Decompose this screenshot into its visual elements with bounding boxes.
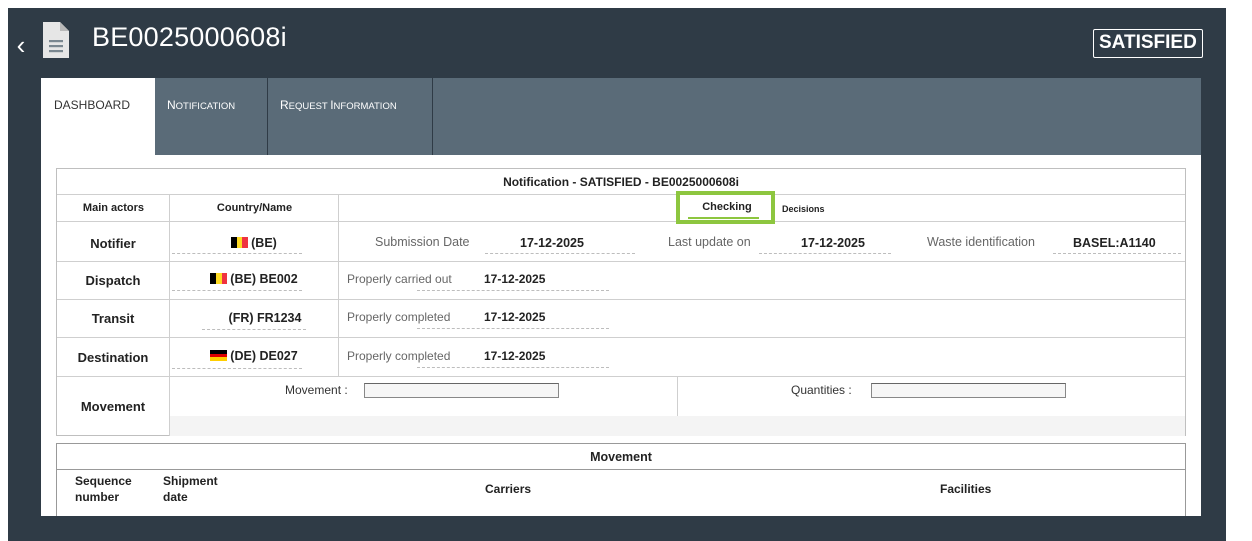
submission-date-value: 17-12-2025 [520, 236, 584, 250]
quantities-input[interactable] [871, 383, 1066, 398]
last-update-label: Last update on [668, 235, 751, 249]
row-dispatch-label: Dispatch [85, 273, 141, 288]
tab-request-initial-1: R [280, 98, 289, 112]
tab-request-rest-2: NFORMATION [333, 101, 397, 112]
app-frame: ‹ BE0025000608i SATISFIED DASHBOARD NOTI… [8, 8, 1226, 541]
col-country-name: Country/Name [216, 202, 293, 214]
col-facilities: Facilities [940, 482, 992, 496]
notifier-country-text: (BE) [251, 236, 277, 250]
destination-country: (DE) DE027 [170, 349, 338, 363]
last-update-value: 17-12-2025 [801, 236, 865, 250]
transit-status-label: Properly completed [347, 310, 451, 324]
tab-request-rest-1: EQUEST [288, 101, 331, 112]
transit-country-text: (FR) FR1234 [228, 311, 302, 325]
transit-country: (FR) FR1234 [170, 311, 338, 325]
quantities-field-label: Quantities : [791, 383, 852, 397]
germany-flag-icon [210, 350, 228, 361]
movement-field-label: Movement : [285, 383, 348, 397]
page-title: BE0025000608i [92, 22, 287, 52]
back-chevron-icon[interactable]: ‹ [10, 30, 32, 60]
tab-notification-initial: N [167, 98, 176, 112]
status-badge: SATISFIED [1093, 29, 1203, 58]
document-icon [43, 22, 69, 58]
col-sequence-number-2: number [75, 490, 120, 504]
col-main-actors: Main actors [82, 202, 145, 214]
tab-decisions[interactable]: Decisions [782, 204, 825, 214]
submission-date-label: Submission Date [375, 235, 470, 249]
row-notifier-label: Notifier [90, 236, 136, 251]
destination-status-label: Properly completed [347, 349, 451, 363]
dispatch-country-text: (BE) BE002 [230, 272, 298, 286]
tab-notification-rest: OTIFICATION [175, 101, 236, 112]
movement-row-footer [170, 416, 1185, 436]
destination-date: 17-12-2025 [484, 349, 546, 363]
waste-identification-label: Waste identification [927, 235, 1035, 249]
transit-date: 17-12-2025 [484, 310, 546, 324]
destination-country-text: (DE) DE027 [230, 349, 298, 363]
tab-dashboard[interactable]: DASHBOARD [41, 78, 155, 155]
checking-highlight [676, 191, 775, 224]
movement-table-caption: Movement [590, 450, 652, 464]
belgium-flag-icon [210, 273, 228, 284]
col-sequence-number-1: Sequence [75, 474, 132, 488]
summary-caption: Notification - SATISFIED - BE0025000608i [503, 175, 739, 189]
belgium-flag-icon [231, 237, 249, 248]
col-shipment-date-2: date [163, 490, 188, 504]
movement-input[interactable] [364, 383, 559, 398]
dispatch-status-label: Properly carried out [347, 272, 452, 286]
row-movement-label: Movement [80, 399, 146, 414]
tab-bar: DASHBOARD NOTIFICATION REQUEST INFORMATI… [41, 78, 1201, 155]
notifier-country: (BE) [170, 236, 338, 250]
tab-notification[interactable]: NOTIFICATION [155, 78, 268, 155]
col-shipment-date-1: Shipment [163, 474, 218, 488]
dispatch-date: 17-12-2025 [484, 272, 546, 286]
notification-summary-table: Notification - SATISFIED - BE0025000608i… [56, 168, 1186, 436]
waste-identification-value: BASEL:A1140 [1073, 236, 1156, 250]
dashboard-content: Notification - SATISFIED - BE0025000608i… [41, 155, 1201, 516]
movement-table: Movement Sequence number Shipment date C… [56, 443, 1186, 516]
dispatch-country: (BE) BE002 [170, 272, 338, 286]
tab-request-information[interactable]: REQUEST INFORMATION [268, 78, 433, 155]
row-destination-label: Destination [77, 350, 149, 365]
col-carriers: Carriers [485, 482, 532, 496]
row-transit-label: Transit [91, 311, 135, 326]
